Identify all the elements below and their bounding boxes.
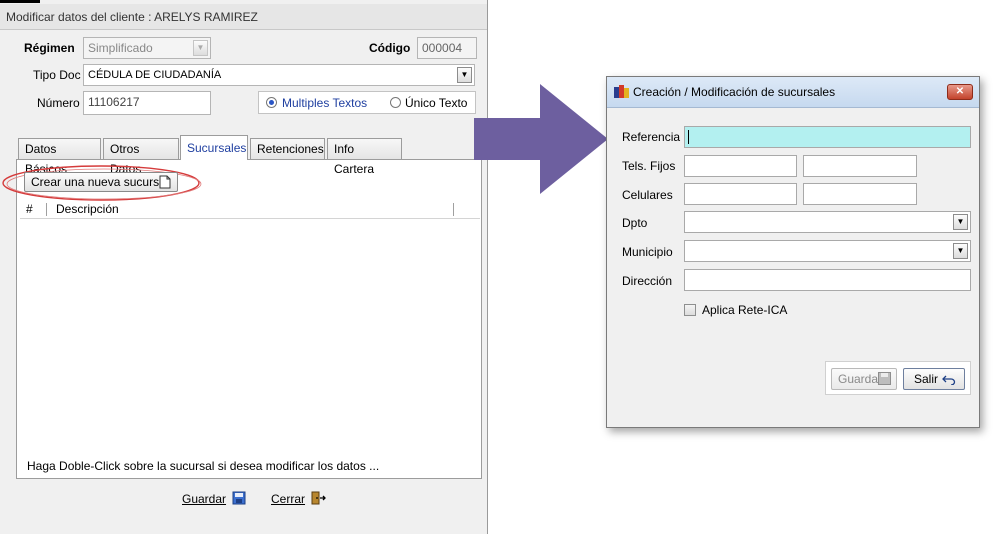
referencia-label: Referencia (622, 130, 681, 144)
municipio-dropdown-icon[interactable]: ▼ (953, 243, 968, 259)
dialog-save-label: Guardar (838, 372, 883, 386)
celular-1-input[interactable] (684, 183, 797, 205)
rete-ica-checkbox[interactable] (684, 304, 696, 316)
close-icon[interactable]: ✕ (947, 84, 973, 100)
multiples-textos-radio[interactable] (266, 97, 277, 108)
dpto-dropdown-icon[interactable]: ▼ (953, 214, 968, 230)
tipo-doc-value: CÉDULA DE CIUDADANÍA (88, 69, 222, 81)
multiples-textos-label[interactable]: Multiples Textos (282, 96, 367, 110)
tels-fijos-label: Tels. Fijos (622, 159, 676, 173)
branches-grid-body[interactable] (20, 219, 480, 449)
codigo-label: Código (369, 41, 411, 55)
dialog-exit-label: Salir (914, 372, 939, 386)
municipio-select[interactable] (684, 240, 971, 262)
text-caret (688, 130, 689, 144)
tab-info-cartera[interactable]: Info Cartera (327, 138, 402, 176)
column-divider-end (453, 203, 454, 216)
disabled-save-icon (878, 372, 891, 385)
dpto-label: Dpto (622, 216, 648, 230)
celulares-label: Celulares (622, 188, 673, 202)
dialog-exit-button[interactable]: Salir (903, 368, 965, 390)
numero-field[interactable]: 11106217 (83, 91, 211, 115)
close-label: Cerrar (271, 492, 306, 506)
numero-label: Número (37, 96, 80, 110)
unico-texto-label[interactable]: Único Texto (405, 96, 467, 110)
tab-sucursales[interactable]: Sucursales (180, 135, 248, 160)
floppy-save-icon (232, 491, 246, 505)
app-icon (614, 85, 629, 98)
column-number: # (26, 202, 33, 216)
celular-2-input[interactable] (803, 183, 917, 205)
dialog-save-button[interactable]: Guardar (831, 368, 897, 390)
rete-ica-label[interactable]: Aplica Rete-ICA (702, 303, 787, 317)
tel-fijo-2-input[interactable] (803, 155, 917, 177)
dialog-title: Creación / Modificación de sucursales (633, 85, 836, 99)
grid-hint: Haga Doble-Click sobre la sucursal si de… (27, 459, 380, 473)
close-button[interactable]: Cerrar (271, 489, 327, 507)
tab-otros-datos[interactable]: Otros Datos (103, 138, 179, 176)
tipo-doc-dropdown-icon[interactable]: ▼ (457, 67, 472, 83)
codigo-value: 000004 (422, 41, 463, 55)
tab-retenciones[interactable]: Retenciones (250, 138, 325, 159)
tipo-doc-select[interactable]: CÉDULA DE CIUDADANÍA (83, 64, 475, 86)
save-label: Guardar (182, 492, 227, 506)
dialog-titlebar: Creación / Modificación de sucursales ✕ (607, 77, 979, 108)
branches-grid-header: # Descripción (20, 201, 480, 219)
regimen-dropdown-icon[interactable]: ▼ (193, 40, 208, 56)
regimen-label: Régimen (24, 41, 75, 55)
new-document-icon (159, 175, 171, 189)
client-edit-window: Modificar datos del cliente : ARELYS RAM… (0, 0, 488, 534)
window-title: Modificar datos del cliente : ARELYS RAM… (0, 4, 487, 30)
direccion-input[interactable] (684, 269, 971, 291)
tab-datos-basicos[interactable]: Datos Básicos (18, 138, 101, 176)
referencia-input[interactable] (684, 126, 971, 148)
right-arrow-icon (474, 84, 608, 194)
new-branch-label: Crear una nueva sucursal (31, 175, 169, 189)
regimen-value: Simplificado (88, 41, 153, 55)
save-button[interactable]: Guardar (182, 489, 246, 507)
municipio-label: Municipio (622, 245, 673, 259)
column-divider (46, 203, 47, 216)
branch-dialog: Creación / Modificación de sucursales ✕ … (606, 76, 980, 428)
tipo-doc-label: Tipo Doc (33, 68, 81, 82)
new-branch-button[interactable]: Crear una nueva sucursal (24, 172, 178, 192)
dpto-select[interactable] (684, 211, 971, 233)
unico-texto-radio[interactable] (390, 97, 401, 108)
exit-door-icon (311, 491, 327, 505)
tel-fijo-1-input[interactable] (684, 155, 797, 177)
direccion-label: Dirección (622, 274, 673, 288)
numero-value: 11106217 (88, 95, 140, 109)
window-top-strip (0, 0, 40, 3)
regimen-select[interactable]: Simplificado (83, 37, 211, 59)
codigo-field[interactable]: 000004 (417, 37, 477, 59)
column-descripcion: Descripción (56, 202, 119, 216)
undo-arrow-icon (942, 375, 956, 385)
